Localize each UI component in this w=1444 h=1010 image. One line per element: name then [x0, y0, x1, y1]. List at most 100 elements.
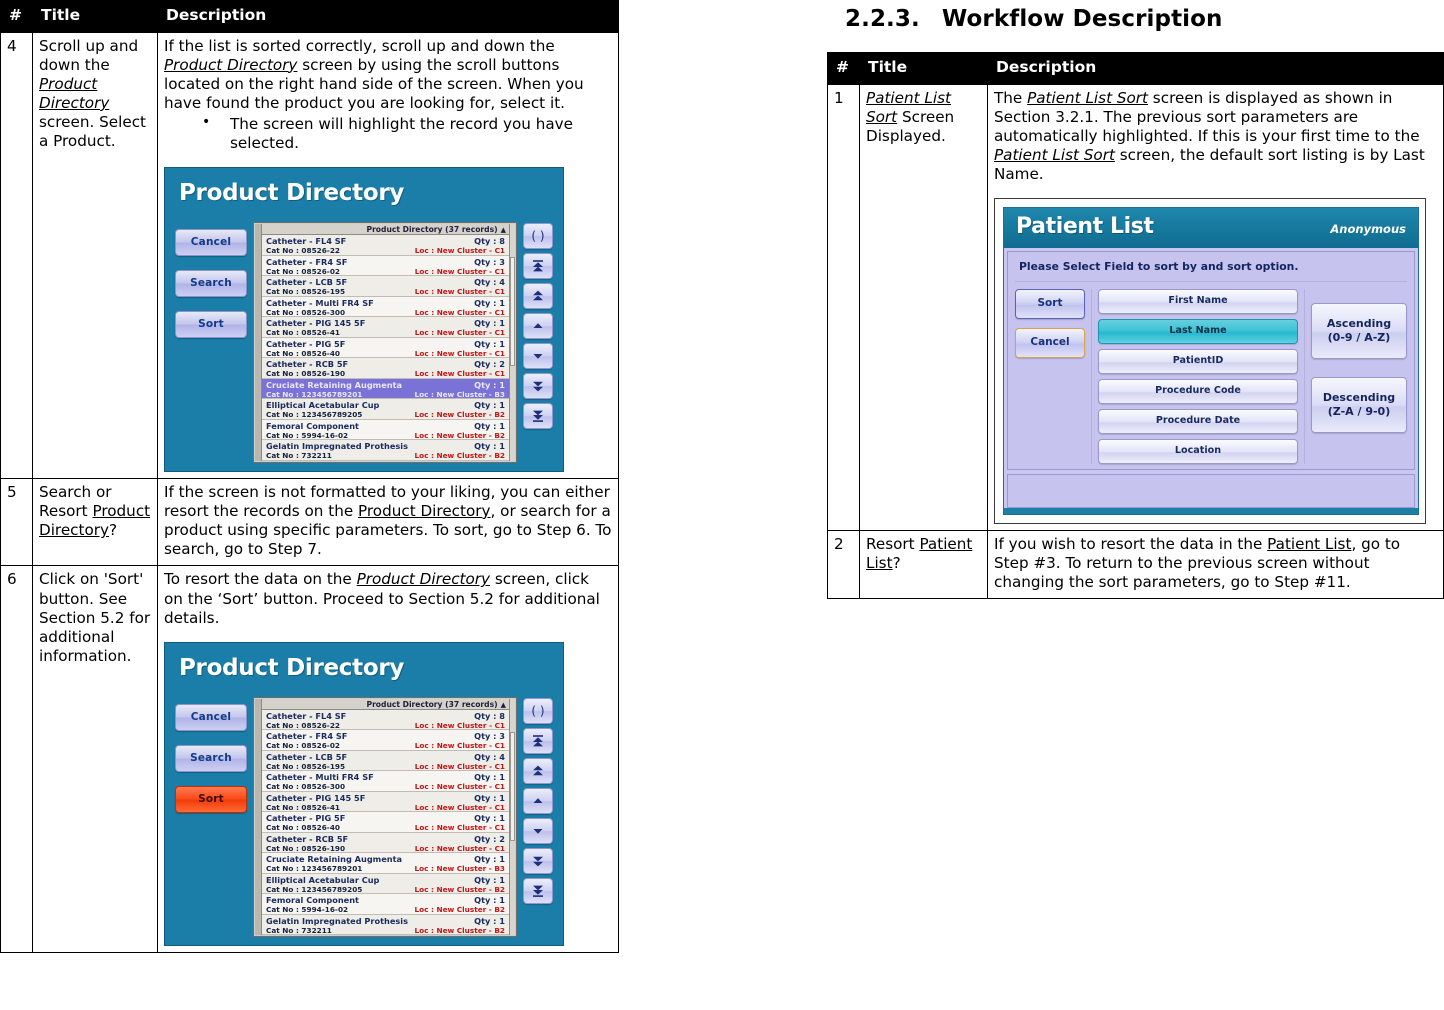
pd-record-row[interactable]: Gelatin Impregnated Prothesis Qty : 1 Cat …: [262, 440, 509, 461]
pd-button-column: Cancel Search Sort: [175, 697, 247, 813]
pd-scrollbar-thumb[interactable]: [510, 257, 515, 367]
patient-list-screenshot: Patient List Anonymous Please Select Field…: [994, 198, 1426, 524]
step-desc-run-0: If the list is sorted correctly, scroll …: [164, 36, 555, 55]
pd-record-row[interactable]: Cruciate Retaining Augmenta Qty : 1 Cat No…: [262, 378, 509, 400]
pd-record-list[interactable]: Product Directory (37 records) ▲ Catheter …: [253, 696, 517, 938]
pd-record-row[interactable]: Catheter - PIG 145 5F Qty : 1 Cat No : 085…: [262, 317, 509, 338]
pd-record-row[interactable]: Catheter - RCB 5F Qty : 2 Cat No : 08526-1…: [262, 358, 509, 379]
pd-record-catalog-number: Cat No : 08526-300: [266, 782, 346, 792]
pl-sort-field-location[interactable]: Location: [1098, 438, 1298, 464]
pd-record-location: Loc : New Cluster - C1: [414, 266, 505, 276]
pd-list-gutter: [255, 224, 262, 461]
pd-record-row[interactable]: Catheter - LCB 5F Qty : 4 Cat No : 08526-1…: [262, 750, 509, 772]
pd-vertical-scrollbar[interactable]: [509, 224, 515, 461]
step-number: 4: [0, 31, 33, 479]
pd-record-row[interactable]: Catheter - RCB 5F Qty : 2 Cat No : 08526-1…: [262, 832, 509, 854]
pd-record-row[interactable]: Catheter - FL4 SF Qty : 8 Cat No : 08526-2…: [262, 709, 509, 731]
pd-record-row[interactable]: Elliptical Acetabular Cup Qty : 1 Cat No :…: [262, 873, 509, 895]
pd-record-row[interactable]: Gelatin Impregnated Prothesis Qty : 1 Cat …: [262, 914, 509, 936]
pd-record-row[interactable]: Catheter - Multi FR4 SF Qty : 1 Cat No : 0…: [262, 296, 509, 318]
pd-record-name: Catheter - RCB 5F: [266, 833, 349, 844]
pd-record-catalog-number: Cat No : 5994-16-02: [266, 905, 349, 915]
pd-search-button[interactable]: Search: [175, 744, 247, 772]
pd-record-qty: Qty : 1: [474, 915, 505, 926]
pd-sort-caret-up-icon[interactable]: ▲: [501, 701, 506, 709]
workflow-step-row: 1 Patient List Sort Screen Displayed. The …: [827, 83, 1444, 531]
pl-sort-field-procedure-date[interactable]: Procedure Date: [1098, 408, 1298, 434]
pd-record-catalog-number: Cat No : 08526-02: [266, 741, 340, 751]
pd-line-down-icon[interactable]: [523, 343, 553, 370]
pd-record-row[interactable]: Catheter - FR4 SF Qty : 3 Cat No : 08526-0…: [262, 255, 509, 277]
pd-record-catalog-number: Cat No : 732211: [266, 451, 332, 461]
pd-sort-button[interactable]: Sort: [175, 311, 247, 339]
pd-record-name: Catheter - Multi FR4 SF: [266, 772, 374, 783]
pd-record-qty: Qty : 2: [474, 833, 505, 844]
pl-sort-order-range: (0-9 / A-Z): [1327, 330, 1391, 344]
pd-scrollbar-thumb[interactable]: [510, 731, 515, 841]
pl-sort-field-patientid[interactable]: PatientID: [1098, 348, 1298, 374]
pd-record-catalog-number: Cat No : 08526-41: [266, 802, 340, 812]
step-title: Search or Resort Product Directory?: [32, 477, 158, 567]
pd-page-down-icon[interactable]: [523, 373, 553, 400]
pd-record-qty: Qty : 1: [474, 813, 505, 824]
pd-page-up-icon[interactable]: [523, 757, 553, 784]
pd-record-name: Elliptical Acetabular Cup: [266, 400, 380, 411]
pd-record-qty: Qty : 8: [474, 236, 505, 247]
pd-record-qty: Qty : 1: [474, 874, 505, 885]
pl-sort-field-procedure-code[interactable]: Procedure Code: [1098, 378, 1298, 404]
pd-cancel-button[interactable]: Cancel: [175, 229, 247, 257]
product-directory-screenshot: Product Directory Cancel Search Sort Product…: [164, 641, 564, 947]
pl-sort-button[interactable]: Sort: [1015, 288, 1085, 319]
pd-record-catalog-number: Cat No : 08526-22: [266, 246, 340, 256]
step-title: Patient List Sort Screen Displayed.: [859, 83, 988, 531]
pd-record-name: Gelatin Impregnated Prothesis: [266, 441, 408, 452]
pd-vertical-scrollbar[interactable]: [509, 698, 515, 936]
pd-record-catalog-number: Cat No : 08526-41: [266, 328, 340, 338]
pd-record-row[interactable]: Catheter - PIG 5F Qty : 1 Cat No : 08526-4…: [262, 812, 509, 833]
pd-record-row[interactable]: Catheter - Multi FR4 SF Qty : 1 Cat No : 0…: [262, 771, 509, 792]
pd-record-row[interactable]: Femoral Component Qty : 1 Cat No : 5994-16…: [262, 894, 509, 915]
pl-cancel-button[interactable]: Cancel: [1015, 327, 1085, 358]
document-page: # Title Description 4 Scroll up and down …: [0, 0, 1444, 1010]
pl-sort-order-column: Ascending (0-9 / A-Z) Descending (Z-A / 9-0…: [1311, 289, 1407, 464]
pd-refresh-icon[interactable]: ( ): [523, 697, 553, 724]
pd-record-name: Catheter - LCB 5F: [266, 751, 348, 762]
pl-sort-field-first-name[interactable]: First Name: [1098, 288, 1298, 314]
pd-search-button[interactable]: Search: [175, 270, 247, 298]
pd-record-row[interactable]: Catheter - FL4 SF Qty : 8 Cat No : 08526-2…: [262, 235, 509, 256]
step-bullet-item: The screen will highlight the record you…: [202, 114, 612, 153]
pd-record-location: Loc : New Cluster - C1: [414, 823, 505, 833]
pd-line-up-icon[interactable]: [523, 313, 553, 340]
pd-sort-button[interactable]: Sort: [175, 785, 247, 813]
pd-scroll-to-bottom-icon[interactable]: [523, 877, 553, 904]
pd-scroll-button-column: ( ): [523, 697, 553, 904]
pl-sort-order-label: Ascending: [1326, 316, 1392, 330]
pd-record-name: Catheter - Multi FR4 SF: [266, 297, 374, 308]
pd-line-down-icon[interactable]: [523, 817, 553, 844]
pd-record-row[interactable]: Femoral Component Qty : 1 Cat No : 5994-16…: [262, 419, 509, 441]
pd-scroll-to-top-icon[interactable]: [523, 727, 553, 754]
pd-record-list[interactable]: Product Directory (37 records) ▲ Catheter …: [253, 222, 517, 463]
pd-scroll-to-bottom-icon[interactable]: [523, 403, 553, 430]
pd-page-up-icon[interactable]: [523, 283, 553, 310]
pd-refresh-icon[interactable]: ( ): [523, 223, 553, 250]
pl-sort-field-last-name[interactable]: Last Name: [1098, 318, 1298, 344]
pd-record-row[interactable]: Catheter - LCB 5F Qty : 4 Cat No : 08526-1…: [262, 276, 509, 297]
svg-text:( ): ( ): [531, 229, 544, 243]
pl-sort-order-descending-button[interactable]: Descending (Z-A / 9-0): [1311, 376, 1407, 433]
pl-user-label: Anonymous: [1330, 222, 1406, 237]
pd-record-row[interactable]: Elliptical Acetabular Cup Qty : 1 Cat No :…: [262, 399, 509, 420]
pd-page-down-icon[interactable]: [523, 847, 553, 874]
pd-line-up-icon[interactable]: [523, 787, 553, 814]
pd-record-location: Loc : New Cluster - B2: [414, 430, 505, 440]
pd-record-name: Femoral Component: [266, 895, 359, 906]
pd-record-row[interactable]: Cruciate Retaining Augmenta Qty : 1 Cat No…: [262, 853, 509, 874]
pd-sort-caret-up-icon[interactable]: ▲: [501, 226, 506, 234]
pd-cancel-button[interactable]: Cancel: [175, 703, 247, 731]
pd-record-location: Loc : New Cluster - B3: [414, 389, 505, 399]
pd-record-row[interactable]: Catheter - PIG 5F Qty : 1 Cat No : 08526-4…: [262, 337, 509, 359]
pd-record-row[interactable]: Catheter - PIG 145 5F Qty : 1 Cat No : 085…: [262, 791, 509, 813]
pd-scroll-to-top-icon[interactable]: [523, 253, 553, 280]
pl-sort-order-ascending-button[interactable]: Ascending (0-9 / A-Z): [1311, 302, 1407, 359]
pd-record-row[interactable]: Catheter - FR4 SF Qty : 3 Cat No : 08526-0…: [262, 730, 509, 751]
